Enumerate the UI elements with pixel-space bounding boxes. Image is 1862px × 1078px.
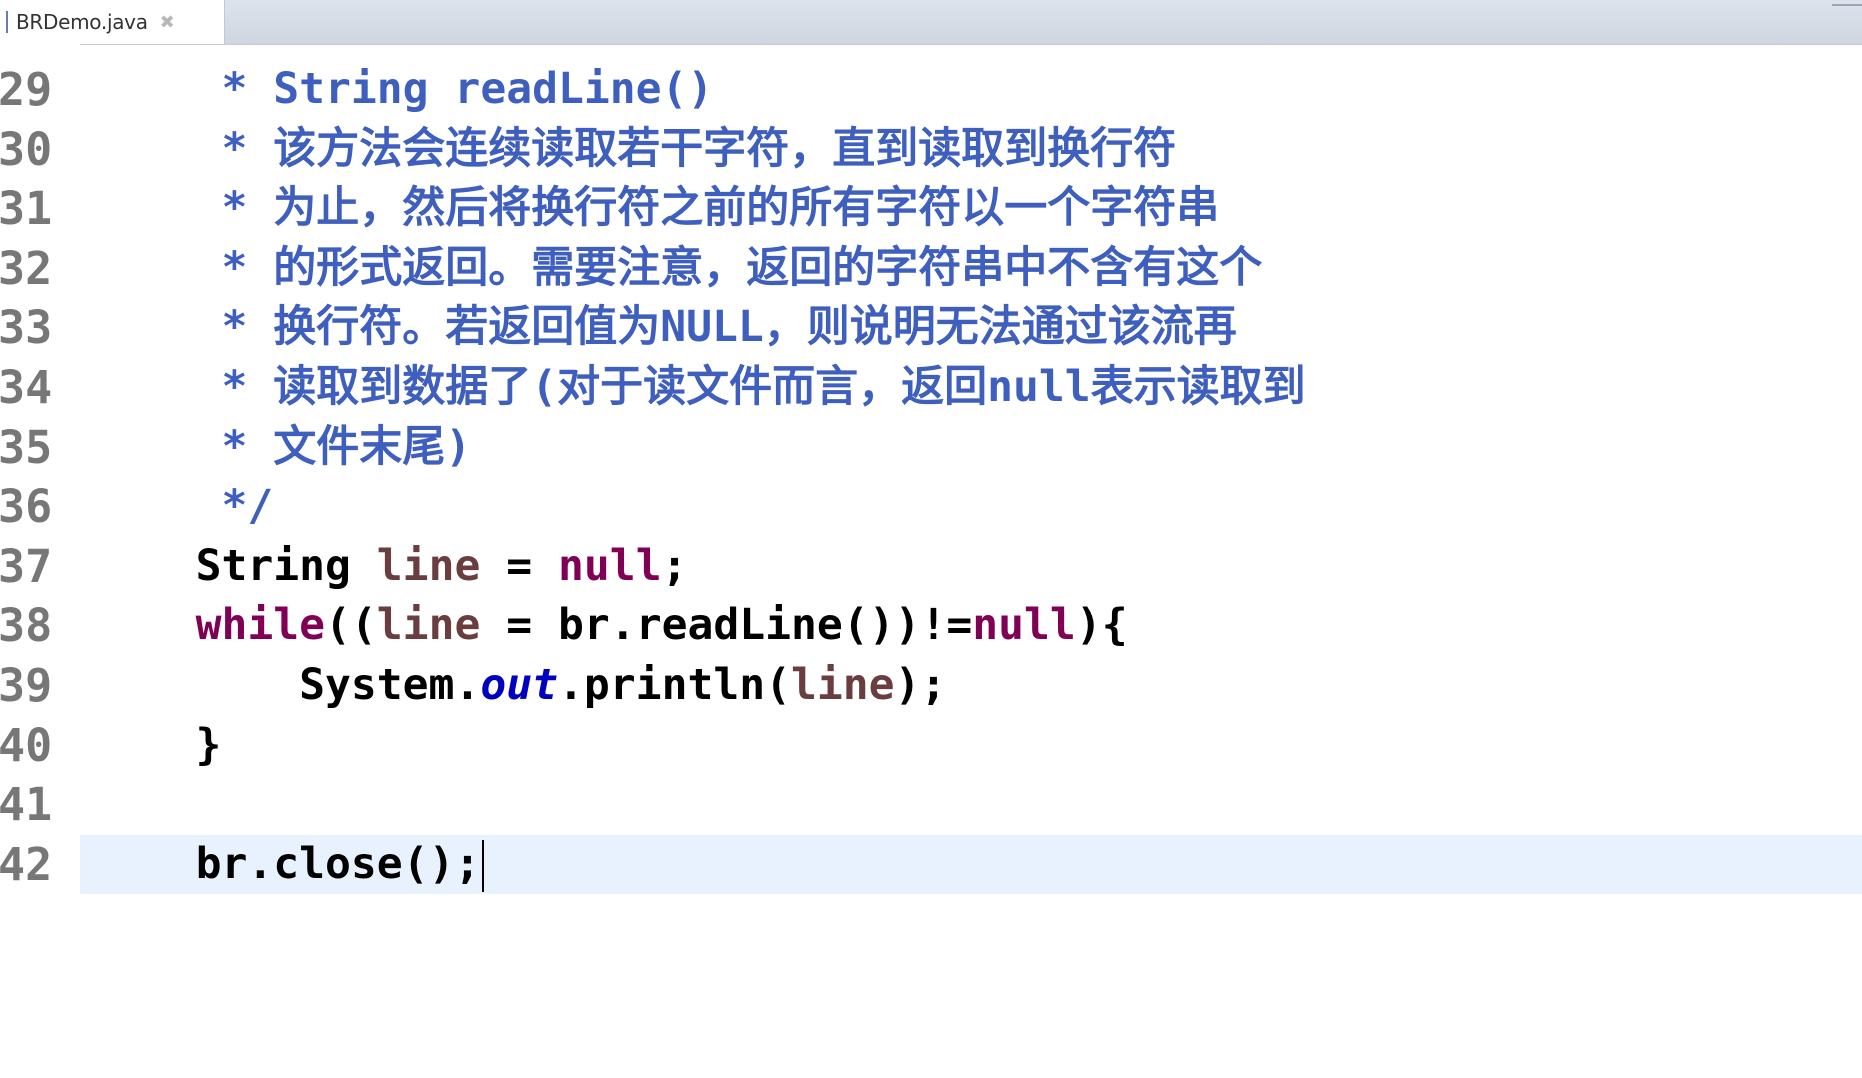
line-number: 41 xyxy=(0,778,53,832)
line-number: 32 xyxy=(0,241,53,295)
line-number: 31 xyxy=(0,182,53,236)
code-line-while[interactable]: while((line = br.readLine())!=null){ xyxy=(92,596,1128,656)
line-number: 34 xyxy=(0,361,53,414)
line-number: 36 xyxy=(0,480,53,534)
code-line-javadoc[interactable]: * 读取到数据了(对于读文件而言，返回null表示读取到 xyxy=(92,358,1305,418)
code-line-javadoc[interactable]: * String readLine() xyxy=(92,60,713,120)
close-icon[interactable]: ✖ xyxy=(160,12,175,33)
code-line-javadoc-end[interactable]: */ xyxy=(92,477,273,537)
tab-label: BRDemo.java xyxy=(16,10,148,34)
code-line-javadoc[interactable]: * 换行符。若返回值为NULL，则说明无法通过该流再 xyxy=(92,298,1236,358)
line-number: 33 xyxy=(0,301,53,355)
code-line-string-decl[interactable]: String line = null; xyxy=(92,537,688,597)
line-number: 29 xyxy=(0,63,53,116)
text-caret xyxy=(482,840,485,893)
code-line-javadoc[interactable]: * 该方法会连续读取若干字符，直到读取到换行符 xyxy=(92,120,1176,180)
line-number: 39 xyxy=(0,659,53,712)
code-editor[interactable]: BRDemo.java ✖ 29 30 31 32 33 34 35 36 37… xyxy=(0,0,1862,1078)
code-line-close-brace[interactable]: } xyxy=(92,716,222,776)
line-number: 35 xyxy=(0,420,53,474)
code-line-println[interactable]: System.out.println(line); xyxy=(92,656,946,716)
line-number: 40 xyxy=(0,718,53,772)
code-line-javadoc[interactable]: * 文件末尾) xyxy=(92,418,471,478)
line-number: 37 xyxy=(0,539,53,593)
editor-tab-bar: BRDemo.java ✖ xyxy=(0,0,1862,45)
code-line-br-close[interactable]: br.close(); xyxy=(92,835,485,895)
code-line-javadoc[interactable]: * 的形式返回。需要注意，返回的字符串中不含有这个 xyxy=(92,239,1262,299)
line-number: 38 xyxy=(0,599,53,653)
line-number: 30 xyxy=(0,122,53,176)
tab-brdemo-java[interactable]: BRDemo.java ✖ xyxy=(0,0,225,44)
minimize-marker[interactable] xyxy=(1832,4,1862,6)
tab-dirty-marker xyxy=(6,11,8,33)
line-number: 42 xyxy=(0,837,53,891)
code-line-javadoc[interactable]: * 为止，然后将换行符之前的所有字符以一个字符串 xyxy=(92,179,1219,239)
